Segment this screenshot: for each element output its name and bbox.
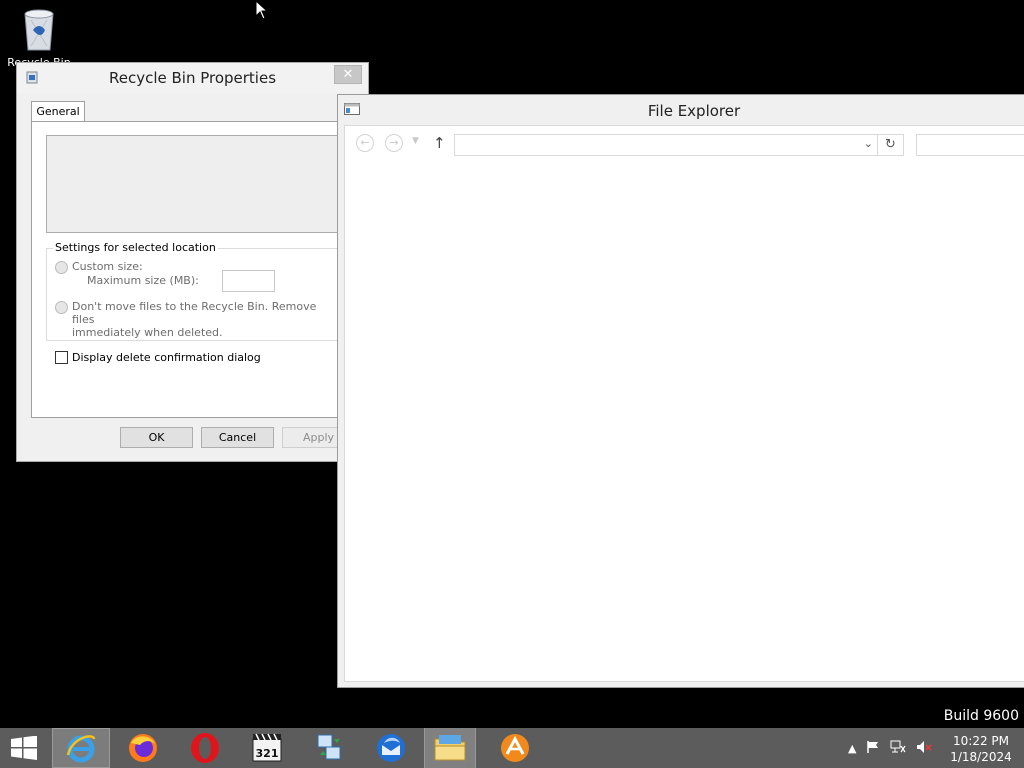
address-bar[interactable]: ⌄: [454, 134, 878, 156]
mouse-cursor-icon: [255, 0, 269, 23]
recycle-bin-properties-dialog: Recycle Bin Properties ✕ General Setting…: [16, 62, 369, 462]
svg-text:321: 321: [256, 747, 279, 760]
refresh-button[interactable]: ↻: [878, 134, 904, 156]
action-center-flag-icon[interactable]: [866, 740, 880, 757]
custom-size-radio[interactable]: [55, 261, 68, 274]
ok-button[interactable]: OK: [120, 427, 193, 448]
taskbar: 321 ▲ 10:22 PM 1/18/2024: [0, 728, 1024, 768]
confirm-dialog-label: Display delete confirmation dialog: [72, 351, 261, 364]
settings-group-title: Settings for selected location: [53, 241, 218, 254]
dont-move-label-line1: Don't move files to the Recycle Bin. Rem…: [72, 300, 317, 326]
back-button[interactable]: ←: [356, 134, 374, 152]
confirm-dialog-checkbox[interactable]: [55, 351, 68, 364]
general-tab-panel: Settings for selected location Custom si…: [31, 121, 361, 418]
explorer-title: File Explorer: [647, 102, 741, 120]
dialog-titlebar[interactable]: Recycle Bin Properties ✕: [17, 63, 368, 93]
address-dropdown-icon[interactable]: ⌄: [864, 137, 873, 150]
system-tray: ▲: [848, 728, 942, 768]
dialog-title: Recycle Bin Properties: [108, 69, 277, 87]
internet-explorer-icon: [66, 735, 96, 763]
network-transfer-icon: [317, 734, 341, 760]
search-box[interactable]: [916, 134, 1024, 156]
custom-size-label: Custom size:: [72, 260, 143, 273]
file-explorer-window: File Explorer ← → ▼ ↑ ⌄ ↻: [337, 94, 1024, 688]
close-button[interactable]: ✕: [334, 65, 362, 84]
forward-button[interactable]: →: [385, 134, 403, 152]
recycle-bin-icon: [19, 6, 59, 54]
taskbar-network-transfer[interactable]: [300, 728, 358, 768]
cancel-button[interactable]: Cancel: [201, 427, 274, 448]
max-size-input[interactable]: [222, 270, 275, 292]
clock-time: 10:22 PM: [953, 734, 1009, 748]
dont-move-option[interactable]: Don't move files to the Recycle Bin. Rem…: [55, 300, 341, 339]
app-icon: [501, 734, 529, 762]
up-arrow-icon[interactable]: ↑: [433, 134, 446, 152]
explorer-window-icon: [344, 102, 360, 119]
show-hidden-icons-icon[interactable]: ▲: [848, 742, 856, 755]
thunderbird-icon: [377, 734, 405, 762]
start-button[interactable]: [10, 735, 38, 763]
build-watermark: Build 9600: [943, 708, 1019, 724]
taskbar-opera[interactable]: [176, 728, 234, 768]
start-icon: [11, 735, 37, 760]
recent-locations-dropdown[interactable]: ▼: [412, 136, 419, 146]
custom-size-option[interactable]: Custom size:: [55, 260, 143, 274]
taskbar-file-explorer[interactable]: [424, 728, 476, 768]
settings-group: Settings for selected location Custom si…: [46, 241, 342, 341]
max-size-label: Maximum size (MB):: [87, 274, 199, 287]
dont-move-label-line2: immediately when deleted.: [72, 326, 223, 339]
taskbar-app[interactable]: [486, 728, 544, 768]
dont-move-label: Don't move files to the Recycle Bin. Rem…: [72, 300, 341, 339]
taskbar-internet-explorer[interactable]: [52, 728, 110, 768]
taskbar-thunderbird[interactable]: [362, 728, 420, 768]
taskbar-firefox[interactable]: [114, 728, 172, 768]
confirm-dialog-option[interactable]: Display delete confirmation dialog: [55, 351, 261, 364]
clock-date: 1/18/2024: [950, 750, 1012, 764]
opera-icon: [191, 733, 219, 763]
firefox-icon: [129, 734, 157, 762]
taskbar-clock[interactable]: 10:22 PM 1/18/2024: [945, 733, 1017, 765]
media-player-classic-icon: 321: [252, 733, 282, 762]
recycle-bin-desktop-icon[interactable]: Recycle Bin: [6, 6, 72, 69]
network-icon[interactable]: [890, 740, 906, 757]
file-explorer-icon: [434, 735, 466, 761]
explorer-titlebar[interactable]: File Explorer: [338, 95, 1024, 125]
volume-muted-icon[interactable]: [916, 740, 933, 757]
location-listbox[interactable]: [46, 135, 342, 233]
taskbar-media-player-classic[interactable]: 321: [238, 728, 296, 768]
explorer-content: ← → ▼ ↑ ⌄ ↻: [344, 125, 1024, 682]
dont-move-radio[interactable]: [55, 301, 68, 314]
tab-general[interactable]: General: [31, 101, 85, 122]
